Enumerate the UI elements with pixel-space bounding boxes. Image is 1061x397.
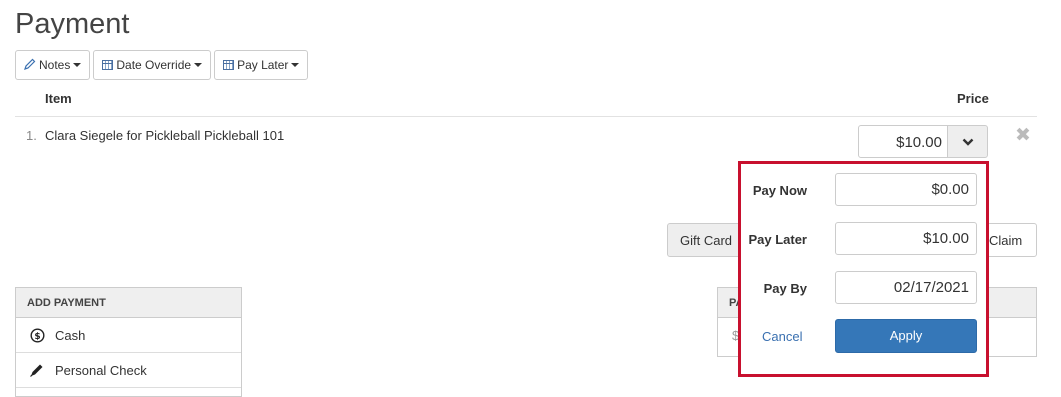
- payment-option-cash[interactable]: $ Cash: [16, 318, 241, 353]
- notes-label: Notes: [39, 58, 71, 72]
- pen-icon: [28, 362, 46, 378]
- svg-text:$: $: [34, 332, 40, 342]
- pay-by-label: Pay By: [763, 281, 807, 296]
- page-title: Payment: [15, 8, 130, 40]
- date-override-label: Date Override: [116, 58, 192, 72]
- pay-by-date-input[interactable]: 02/17/2021: [835, 271, 977, 304]
- date-override-button[interactable]: Date Override: [93, 50, 212, 80]
- row-description: Clara Siegele for Pickleball Pickleball …: [45, 128, 285, 143]
- apply-button[interactable]: Apply: [835, 319, 977, 353]
- pay-now-input[interactable]: $0.00: [835, 173, 977, 206]
- calendar-icon: [102, 60, 114, 70]
- price-input[interactable]: $10.00: [858, 125, 948, 158]
- pay-later-label: Pay Later: [748, 232, 807, 247]
- dollar-circle-icon: $: [28, 327, 46, 343]
- caret-down-icon: [73, 63, 82, 67]
- caret-down-icon: [291, 63, 300, 67]
- payment-option-label: Personal Check: [55, 362, 147, 378]
- price-dropdown-button[interactable]: [947, 125, 988, 158]
- add-payment-panel: ADD PAYMENT $ Cash Personal Check: [15, 287, 242, 397]
- pay-later-input[interactable]: $10.00: [835, 222, 977, 255]
- cancel-link[interactable]: Cancel: [762, 329, 802, 344]
- pay-later-popover: Pay Now $0.00 Pay Later $10.00 Pay By 02…: [738, 161, 989, 377]
- payment-option-label: Cash: [55, 327, 86, 343]
- column-header-item: Item: [45, 91, 72, 106]
- pencil-icon: [24, 58, 36, 73]
- pay-later-button[interactable]: Pay Later: [214, 50, 309, 80]
- pay-later-label: Pay Later: [237, 58, 289, 72]
- payment-option-personal-check[interactable]: Personal Check: [16, 353, 241, 388]
- column-header-price: Price: [957, 91, 989, 106]
- chevron-down-icon: [962, 138, 973, 146]
- toolbar: Notes Date Override Pay Later: [15, 50, 309, 80]
- add-payment-header: ADD PAYMENT: [16, 288, 241, 318]
- notes-button[interactable]: Notes: [15, 50, 91, 80]
- divider: [15, 116, 1037, 117]
- pay-now-label: Pay Now: [752, 183, 807, 198]
- remove-item-icon[interactable]: ✖: [1015, 124, 1031, 147]
- row-number: 1.: [26, 128, 37, 143]
- gift-card-button[interactable]: Gift Card: [667, 223, 747, 257]
- calendar-icon: [223, 60, 235, 70]
- caret-down-icon: [194, 63, 203, 67]
